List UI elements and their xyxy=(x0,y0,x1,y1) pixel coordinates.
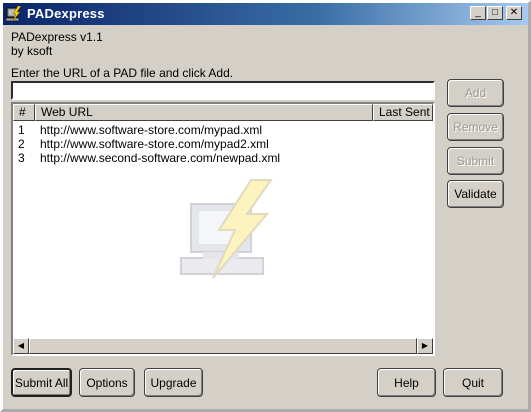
pad-url-list[interactable]: # Web URL Last Sent 1 http://www.softwar… xyxy=(11,102,435,356)
quit-button[interactable]: Quit xyxy=(443,368,503,397)
column-header-number[interactable]: # xyxy=(13,104,35,121)
pad-computer-lightning-icon xyxy=(180,179,273,279)
list-item[interactable]: 2 http://www.software-store.com/mypad2.x… xyxy=(13,137,433,151)
add-button[interactable]: Add xyxy=(447,79,504,107)
row-url: http://www.software-store.com/mypad.xml xyxy=(40,123,263,137)
submit-button[interactable]: Submit xyxy=(447,147,504,175)
horizontal-scrollbar[interactable]: ◀ ▶ xyxy=(13,338,433,354)
scroll-left-icon[interactable]: ◀ xyxy=(13,338,29,354)
padexpress-window: PADexpress _ □ ✕ PADexpress v1.1 by ksof… xyxy=(0,0,531,412)
list-header: # Web URL Last Sent xyxy=(13,104,433,121)
instruction-label: Enter the URL of a PAD file and click Ad… xyxy=(11,66,234,80)
list-item[interactable]: 3 http://www.second-software.com/newpad.… xyxy=(13,151,433,165)
minimize-button[interactable]: _ xyxy=(470,6,486,20)
title-bar[interactable]: PADexpress _ □ ✕ xyxy=(3,3,528,25)
pad-lightning-icon xyxy=(6,6,22,22)
validate-button[interactable]: Validate xyxy=(447,180,504,208)
scroll-right-icon[interactable]: ▶ xyxy=(417,338,433,354)
submit-all-button[interactable]: Submit All xyxy=(11,368,72,397)
row-url: http://www.software-store.com/mypad2.xml xyxy=(40,137,269,151)
row-number: 1 xyxy=(18,123,25,137)
close-button[interactable]: ✕ xyxy=(506,6,522,20)
url-input[interactable] xyxy=(11,81,435,100)
row-number: 3 xyxy=(18,151,25,165)
scrollbar-thumb[interactable] xyxy=(29,338,417,354)
column-header-last-sent[interactable]: Last Sent xyxy=(373,104,433,121)
window-title: PADexpress xyxy=(27,6,105,21)
remove-button[interactable]: Remove xyxy=(447,113,504,141)
upgrade-button[interactable]: Upgrade xyxy=(144,368,203,397)
author-label: by ksoft xyxy=(11,44,53,58)
options-button[interactable]: Options xyxy=(79,368,135,397)
app-version-label: PADexpress v1.1 xyxy=(11,30,103,44)
row-url: http://www.second-software.com/newpad.xm… xyxy=(40,151,281,165)
column-header-web-url[interactable]: Web URL xyxy=(35,104,373,121)
row-number: 2 xyxy=(18,137,25,151)
help-button[interactable]: Help xyxy=(377,368,436,397)
list-item[interactable]: 1 http://www.software-store.com/mypad.xm… xyxy=(13,123,433,137)
maximize-button[interactable]: □ xyxy=(487,6,503,20)
